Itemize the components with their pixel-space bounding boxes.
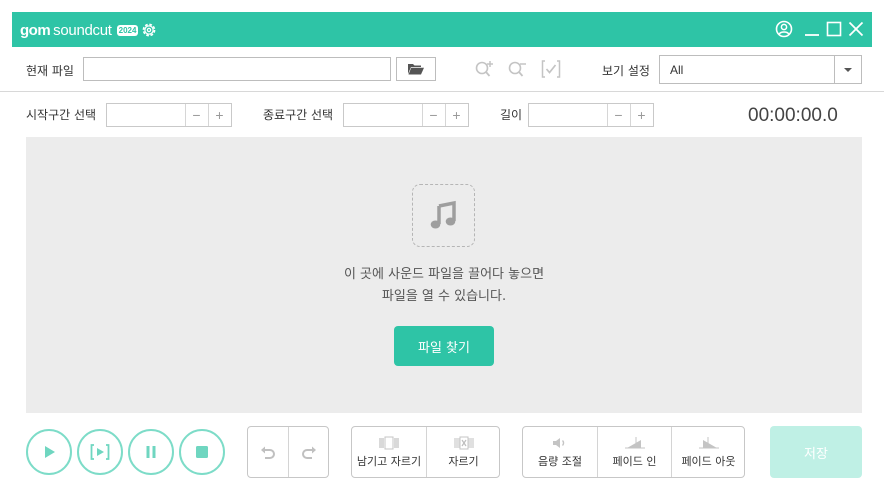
settings-gear-icon[interactable] (140, 21, 158, 39)
fade-out-label: 페이드 아웃 (681, 454, 736, 468)
keep-and-cut-button[interactable]: 남기고 자르기 (352, 427, 426, 477)
pause-button[interactable] (128, 429, 174, 475)
volume-adjust-button[interactable]: 음량 조절 (523, 427, 597, 477)
file-row: 현재 파일 보기 설정 All (0, 47, 884, 92)
keep-and-cut-icon (379, 436, 399, 449)
fade-out-button[interactable]: 페이드 아웃 (672, 427, 745, 477)
zoom-out-icon[interactable] (507, 59, 529, 79)
logo-bold-text: gom (20, 21, 51, 39)
start-range-spinbox[interactable]: − + (106, 103, 232, 127)
redo-icon (302, 446, 316, 459)
current-file-input[interactable] (83, 57, 391, 81)
end-range-spinbox[interactable]: − + (343, 103, 469, 127)
open-folder-button[interactable] (396, 57, 436, 81)
start-range-label: 시작구간 선택 (26, 108, 97, 122)
effects-group: 음량 조절 페이드 인 페이드 아웃 (522, 426, 745, 478)
folder-open-icon (408, 64, 424, 75)
view-settings-select[interactable]: All (659, 55, 862, 84)
length-plus-button[interactable]: + (630, 104, 652, 126)
music-note-placeholder (412, 184, 475, 247)
play-selection-button[interactable] (77, 429, 123, 475)
end-minus-button[interactable]: − (422, 104, 444, 126)
keep-and-cut-label: 남기고 자르기 (356, 454, 422, 468)
close-icon[interactable] (846, 19, 866, 39)
redo-button[interactable] (289, 427, 329, 477)
length-minus-button[interactable]: − (607, 104, 629, 126)
end-plus-button[interactable]: + (445, 104, 467, 126)
cut-icon (453, 436, 474, 449)
undo-icon (261, 446, 275, 459)
play-selection-icon (90, 444, 110, 460)
title-bar: gom soundcut 2024 (12, 12, 872, 47)
cut-label: 자르기 (448, 454, 479, 468)
undo-redo-group (247, 426, 329, 478)
play-icon (45, 446, 55, 458)
stop-button[interactable] (179, 429, 225, 475)
fade-in-label: 페이드 인 (612, 454, 657, 468)
zoom-in-icon[interactable] (474, 59, 496, 79)
length-spinbox[interactable]: − + (528, 103, 654, 127)
current-file-label: 현재 파일 (26, 64, 74, 78)
account-icon[interactable] (774, 19, 794, 39)
play-button[interactable] (26, 429, 72, 475)
view-settings-value: All (670, 63, 684, 77)
dropdown-arrow-button[interactable] (834, 56, 861, 83)
find-file-button[interactable]: 파일 찾기 (394, 326, 494, 366)
pause-icon (146, 446, 156, 458)
end-range-label: 종료구간 선택 (263, 108, 334, 122)
start-minus-button[interactable]: − (185, 104, 207, 126)
volume-adjust-label: 음량 조절 (538, 454, 582, 468)
length-label: 길이 (500, 108, 523, 122)
fade-out-icon (698, 436, 719, 448)
select-check-icon[interactable] (540, 59, 562, 79)
drop-hint-line2: 파일을 열 수 있습니다. (381, 289, 507, 304)
maximize-icon[interactable] (824, 19, 844, 39)
music-note-icon (430, 200, 456, 228)
view-settings-label: 보기 설정 (602, 64, 650, 78)
logo-year-badge: 2024 (116, 24, 139, 36)
fade-in-button[interactable]: 페이드 인 (598, 427, 671, 477)
drop-hint-line1: 이 곳에 사운드 파일을 끌어다 놓으면 (343, 267, 545, 282)
cut-group: 남기고 자르기 자르기 (351, 426, 500, 478)
save-button[interactable]: 저장 (770, 426, 862, 478)
file-drop-zone[interactable]: 이 곳에 사운드 파일을 끌어다 놓으면 파일을 열 수 있습니다. 파일 찾기 (26, 137, 862, 413)
stop-icon (196, 446, 208, 458)
time-display: 00:00:00.0 (748, 105, 838, 126)
logo-light-text: soundcut (53, 21, 112, 39)
app-logo: gom soundcut 2024 (20, 20, 139, 40)
fade-in-icon (624, 436, 645, 448)
start-plus-button[interactable]: + (208, 104, 230, 126)
undo-button[interactable] (248, 427, 288, 477)
cut-button[interactable]: 자르기 (427, 427, 500, 477)
minimize-icon[interactable] (802, 19, 822, 39)
speaker-icon (553, 437, 565, 448)
chevron-down-icon (844, 67, 852, 72)
